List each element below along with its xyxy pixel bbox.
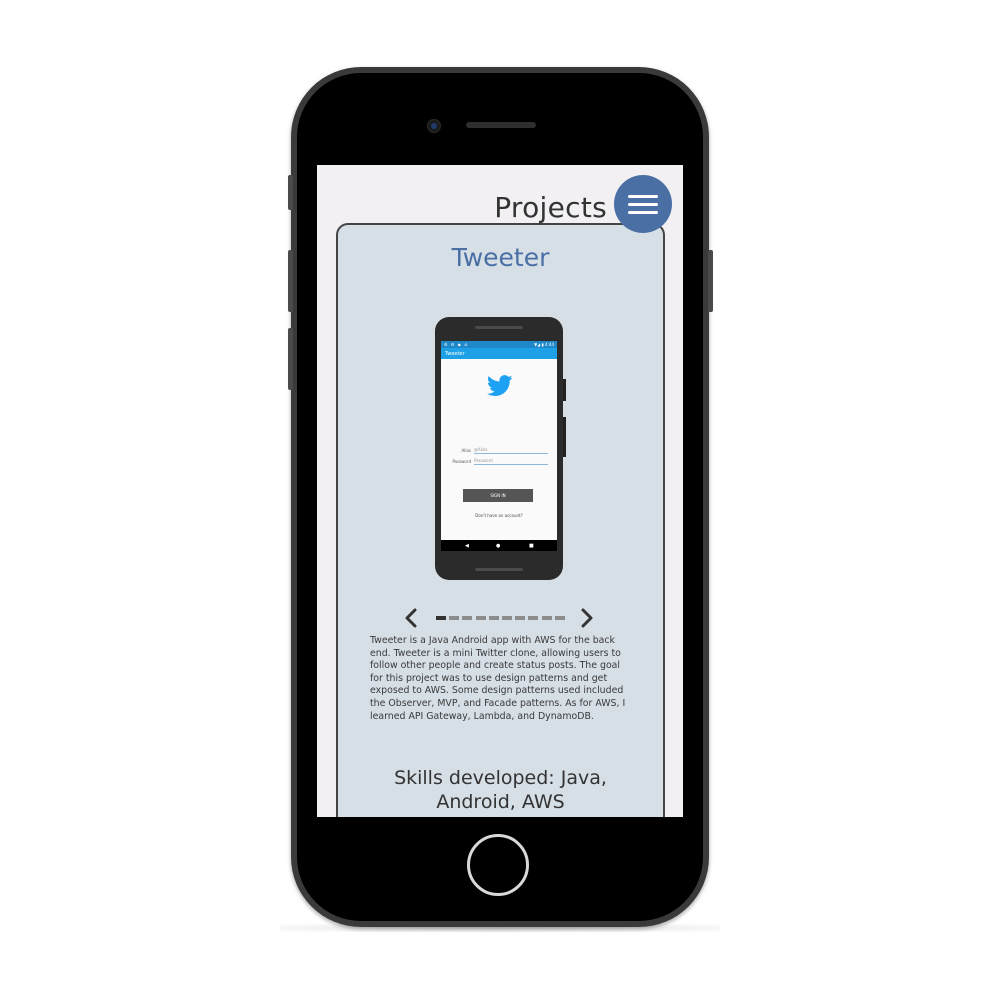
preview-alias-label: Alias [461, 448, 472, 453]
preview-power-button [563, 379, 566, 401]
twitter-bird-icon [487, 375, 513, 396]
hamburger-icon [628, 211, 658, 214]
carousel-dot[interactable] [462, 616, 473, 620]
phone-screen: Tweeter ⚙ ⚙ ◆ ⊘ ▼◢ ▮ 4:44 Tweeter Alias … [317, 165, 683, 817]
carousel-dot[interactable] [436, 616, 446, 620]
preview-screen: ⚙ ⚙ ◆ ⊘ ▼◢ ▮ 4:44 Tweeter Alias @Alias P… [441, 341, 557, 551]
preview-app-title: Tweeter [445, 351, 465, 357]
hamburger-icon [628, 203, 658, 206]
front-camera [427, 119, 441, 133]
menu-button[interactable] [614, 175, 672, 233]
preview-password-label: Password [452, 459, 471, 464]
preview-password-field: Password [474, 458, 548, 465]
preview-status-icons: ⚙ ⚙ ◆ ⊘ [444, 342, 469, 347]
carousel-dot[interactable] [515, 616, 526, 620]
carousel-dot[interactable] [541, 616, 552, 620]
image-carousel [404, 607, 596, 631]
preview-nav-bar: ◀ ● ■ [441, 540, 557, 551]
chevron-left-icon[interactable] [404, 608, 418, 628]
power-button [708, 250, 713, 312]
carousel-dot[interactable] [488, 616, 499, 620]
preview-app-bar: Tweeter [441, 348, 557, 359]
chevron-right-icon[interactable] [580, 608, 594, 628]
earpiece-speaker [466, 122, 536, 128]
skills-developed: Skills developed: Java, Android, AWS [394, 767, 607, 813]
home-button[interactable] [467, 834, 529, 896]
project-description: Tweeter is a Java Android app with AWS f… [370, 635, 626, 722]
preview-alias-field: @Alias [474, 447, 548, 454]
carousel-dot[interactable] [475, 616, 486, 620]
hamburger-icon [628, 195, 658, 198]
silent-switch [288, 175, 293, 210]
preview-speaker [475, 326, 523, 329]
project-title: Tweeter [451, 243, 550, 272]
project-preview-image: ⚙ ⚙ ◆ ⊘ ▼◢ ▮ 4:44 Tweeter Alias @Alias P… [435, 317, 566, 580]
project-card: Tweeter ⚙ ⚙ ◆ ⊘ ▼◢ ▮ 4:44 Tweeter Alias … [336, 223, 665, 817]
preview-recent-icon: ■ [529, 543, 534, 549]
carousel-dot[interactable] [502, 616, 512, 620]
preview-bottom-speaker [475, 568, 523, 571]
carousel-dot[interactable] [528, 616, 539, 620]
preview-register-link: Don't have an account? [475, 513, 523, 518]
volume-down-button [288, 328, 293, 390]
carousel-dot[interactable] [449, 616, 460, 620]
carousel-dot[interactable] [554, 616, 565, 620]
preview-volume-button [563, 417, 566, 457]
preview-status-time: ▼◢ ▮ 4:44 [534, 342, 554, 347]
carousel-indicators [436, 616, 568, 620]
preview-home-icon: ● [496, 543, 501, 549]
preview-status-bar: ⚙ ⚙ ◆ ⊘ ▼◢ ▮ 4:44 [441, 341, 557, 348]
volume-up-button [288, 250, 293, 312]
preview-signin-button: SIGN IN [463, 489, 533, 502]
preview-back-icon: ◀ [465, 543, 469, 549]
page-title: Projects [494, 191, 607, 224]
